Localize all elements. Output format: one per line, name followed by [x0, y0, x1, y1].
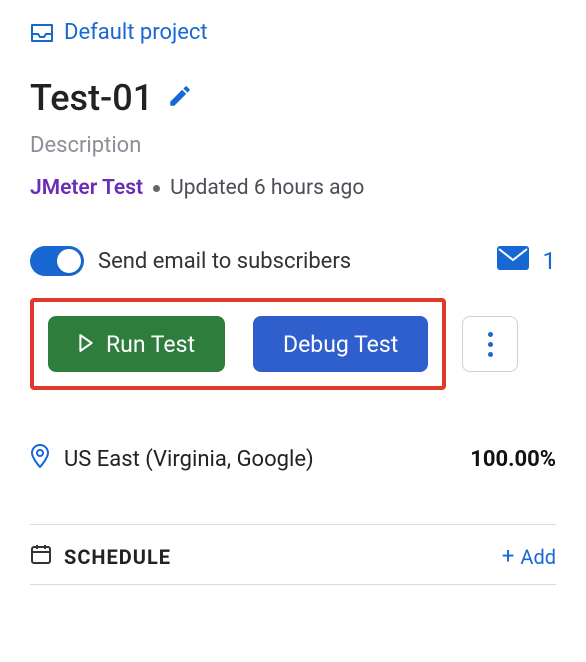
email-toggle-label: Send email to subscribers [98, 249, 483, 274]
highlight-annotation: Run Test Debug Test [30, 298, 446, 390]
plus-icon: + [502, 546, 514, 568]
play-icon [78, 331, 94, 358]
location-row: US East (Virginia, Google) 100.00% [30, 444, 556, 504]
dots-icon [488, 332, 493, 337]
edit-icon[interactable] [167, 83, 193, 113]
debug-test-label: Debug Test [283, 331, 398, 358]
run-test-label: Run Test [106, 331, 195, 358]
location-percentage: 100.00% [470, 447, 556, 472]
run-test-button[interactable]: Run Test [48, 316, 225, 372]
more-actions-button[interactable] [462, 316, 518, 372]
email-toggle[interactable] [30, 246, 84, 276]
page-title: Test-01 [30, 77, 153, 119]
debug-test-button[interactable]: Debug Test [253, 316, 428, 372]
add-schedule-label: Add [520, 545, 556, 569]
separator-dot [153, 185, 160, 192]
toggle-knob [57, 249, 81, 273]
breadcrumb-label: Default project [64, 20, 208, 45]
location-name: US East (Virginia, Google) [64, 447, 456, 472]
subscribers-count[interactable]: 1 [543, 247, 557, 275]
email-subscribers-row: Send email to subscribers 1 [30, 246, 556, 276]
schedule-section-header: SCHEDULE + Add [30, 543, 556, 585]
calendar-icon [30, 543, 52, 570]
title-row: Test-01 [30, 77, 556, 119]
schedule-label: SCHEDULE [64, 545, 490, 569]
meta-line: JMeter Test Updated 6 hours ago [30, 176, 556, 200]
mail-icon[interactable] [497, 246, 529, 276]
test-type-link[interactable]: JMeter Test [30, 176, 143, 200]
location-pin-icon [30, 444, 50, 474]
actions-row: Run Test Debug Test [30, 298, 556, 390]
breadcrumb-project[interactable]: Default project [30, 20, 556, 45]
updated-timestamp: Updated 6 hours ago [170, 176, 364, 200]
description-placeholder[interactable]: Description [30, 133, 556, 158]
add-schedule-link[interactable]: + Add [502, 545, 556, 569]
inbox-icon [30, 23, 54, 43]
divider [30, 524, 556, 525]
